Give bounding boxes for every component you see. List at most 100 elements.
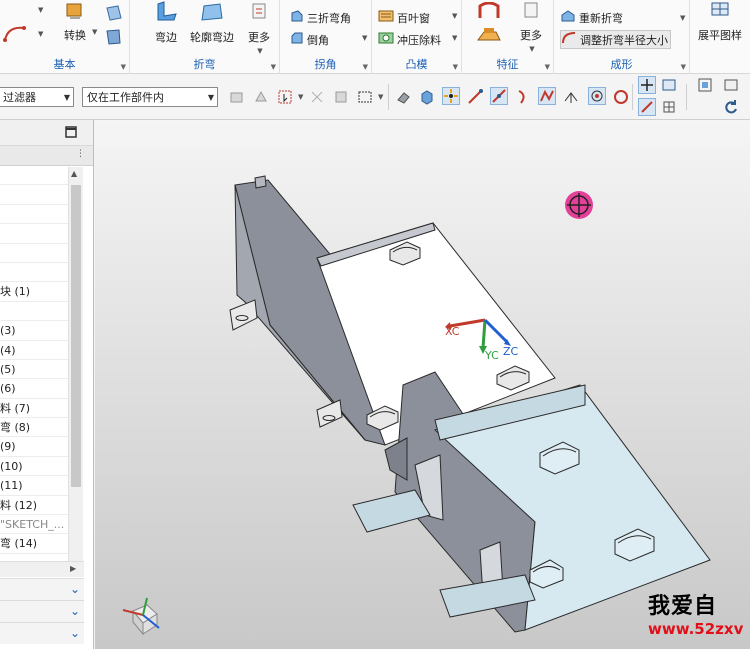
dropdown-caret-icon[interactable]: ▼: [92, 28, 97, 36]
tree-row[interactable]: (4): [0, 341, 68, 360]
more-feature-button[interactable]: 更多 ▼: [514, 0, 548, 53]
three-bend-corner-button[interactable]: 三折弯角: [290, 8, 351, 27]
render-style-icon[interactable]: [722, 76, 740, 94]
sweep-icon[interactable]: [476, 1, 502, 23]
refresh-icon[interactable]: [722, 98, 740, 116]
chevron-down-icon: ⌄: [69, 582, 80, 596]
flange-button[interactable]: 弯边: [148, 0, 184, 45]
group-options-icon[interactable]: ▼: [545, 63, 550, 71]
tree-row[interactable]: 弯 (14): [0, 534, 68, 554]
tree-row[interactable]: 料 (12): [0, 496, 68, 516]
dropdown-caret-icon[interactable]: ▼: [298, 93, 303, 101]
column-resize-handle[interactable]: ⋮: [76, 149, 85, 159]
tree-row[interactable]: [0, 166, 68, 186]
grid-icon[interactable]: [660, 98, 678, 116]
midpoint-icon[interactable]: [490, 87, 508, 105]
tree-row[interactable]: [0, 205, 68, 225]
horizontal-scrollbar[interactable]: ▶: [0, 561, 84, 577]
dropdown-caret-icon[interactable]: ▼: [362, 34, 367, 42]
group-options-icon[interactable]: ▼: [271, 63, 276, 71]
tree-row[interactable]: 弯 (8): [0, 418, 68, 438]
dropdown-caret-icon[interactable]: ▼: [452, 34, 457, 42]
chamfer-button[interactable]: 倒角: [290, 30, 329, 49]
snap-point-icon[interactable]: [442, 87, 460, 105]
group-options-icon[interactable]: ▼: [121, 63, 126, 71]
face-icon[interactable]: [104, 4, 124, 25]
sheet-metal-model[interactable]: XC YC ZC: [95, 120, 750, 649]
tree-row[interactable]: [0, 263, 68, 283]
dropdown-caret-icon[interactable]: ▼: [38, 30, 43, 38]
arc-center-icon[interactable]: [562, 88, 580, 106]
flat-pattern-button[interactable]: 展平图样: [692, 0, 748, 43]
select-component-icon[interactable]: [252, 88, 270, 106]
tree-row[interactable]: (11): [0, 476, 68, 496]
ribbon: ▼ ▼ 转换 ▼ 基本 ▼ 弯边 轮廓弯边 更多 ▼ 折弯 ▼ 三折弯角 倒角 …: [0, 0, 750, 74]
convert-button[interactable]: 转换: [58, 2, 92, 43]
eraser-icon[interactable]: [394, 88, 412, 106]
drawn-cutout-button[interactable]: 冲压除料: [378, 30, 441, 49]
select-feature-icon[interactable]: [228, 88, 246, 106]
contour-flange-button[interactable]: 轮廓弯边: [188, 0, 236, 45]
navigator-scrollbar[interactable]: ▲: [68, 167, 83, 561]
scroll-right-icon[interactable]: ▶: [70, 564, 76, 573]
dropdown-caret-icon[interactable]: ▼: [680, 14, 685, 22]
scrollbar-thumb[interactable]: [71, 185, 81, 487]
resize-bend-radius-button[interactable]: 调整折弯半径大小: [560, 30, 671, 49]
y-axis-label: YC: [484, 349, 499, 362]
tree-row[interactable]: (5): [0, 360, 68, 380]
dependencies-panel-toggle[interactable]: ⌄: [0, 578, 84, 600]
tree-row[interactable]: [0, 224, 68, 244]
select-body-icon[interactable]: [332, 88, 350, 106]
tree-row[interactable]: (6): [0, 379, 68, 399]
select-box-icon[interactable]: [308, 88, 326, 106]
group-options-icon[interactable]: ▼: [681, 63, 686, 71]
tree-row[interactable]: [0, 185, 68, 205]
more-icon: [514, 0, 548, 25]
crosshair-icon[interactable]: [638, 76, 656, 94]
graphics-viewport[interactable]: XC YC ZC 我爱自 www.52zxv: [95, 120, 750, 649]
tree-row[interactable]: (9): [0, 437, 68, 457]
scroll-up-icon[interactable]: ▲: [71, 169, 77, 178]
flange-icon: [148, 0, 184, 27]
convert-icon: [58, 2, 92, 25]
rectangle-select-icon[interactable]: [356, 88, 374, 106]
dropdown-caret-icon[interactable]: ▼: [378, 93, 383, 101]
tree-row[interactable]: (10): [0, 457, 68, 477]
details-panel-toggle[interactable]: ⌄: [0, 600, 84, 622]
tree-row[interactable]: "SKETCH_...: [0, 515, 68, 535]
line-icon[interactable]: [638, 98, 656, 116]
group-label: 拐角: [314, 58, 337, 71]
arc-curve-icon[interactable]: [2, 22, 28, 47]
sheet-icon[interactable]: [104, 28, 124, 49]
tree-row[interactable]: [0, 302, 68, 322]
circle-point-icon[interactable]: [612, 88, 630, 106]
selection-bar: 过滤器 ▼ 仅在工作部件内 ▼ ▼ ▼: [0, 74, 750, 120]
control-point-icon[interactable]: [514, 88, 532, 106]
group-options-icon[interactable]: ▼: [363, 63, 368, 71]
selection-scope-select[interactable]: 仅在工作部件内 ▼: [82, 87, 218, 107]
emboss-icon[interactable]: [476, 26, 502, 47]
dropdown-caret-icon[interactable]: ▼: [38, 6, 43, 14]
group-label: 折弯: [193, 58, 216, 71]
louver-button[interactable]: 百叶窗: [378, 8, 430, 27]
endpoint-icon[interactable]: [466, 88, 484, 106]
quadrant-point-icon[interactable]: [588, 87, 606, 105]
preview-panel-toggle[interactable]: ⌄: [0, 622, 84, 644]
tree-row[interactable]: 块 (1): [0, 282, 68, 302]
rebend-button[interactable]: 重新折弯: [560, 8, 623, 27]
more-bend-button[interactable]: 更多 ▼: [244, 0, 274, 55]
group-options-icon[interactable]: ▼: [453, 63, 458, 71]
tree-row[interactable]: 料 (7): [0, 399, 68, 419]
tree-row[interactable]: (3): [0, 321, 68, 341]
view-icon[interactable]: [660, 76, 678, 94]
fit-view-icon[interactable]: [696, 76, 714, 94]
intersection-icon[interactable]: [538, 87, 556, 105]
type-filter-select[interactable]: 过滤器 ▼: [0, 87, 74, 107]
dropdown-caret-icon[interactable]: ▼: [452, 12, 457, 20]
tree-row[interactable]: [0, 244, 68, 263]
maximize-icon[interactable]: [65, 126, 77, 141]
view-orientation-triad: [122, 597, 160, 636]
solid-body-icon[interactable]: [418, 88, 436, 106]
general-selection-icon[interactable]: [276, 88, 294, 106]
ribbon-group-bend: 弯边 轮廓弯边 更多 ▼ 折弯 ▼: [130, 0, 280, 74]
